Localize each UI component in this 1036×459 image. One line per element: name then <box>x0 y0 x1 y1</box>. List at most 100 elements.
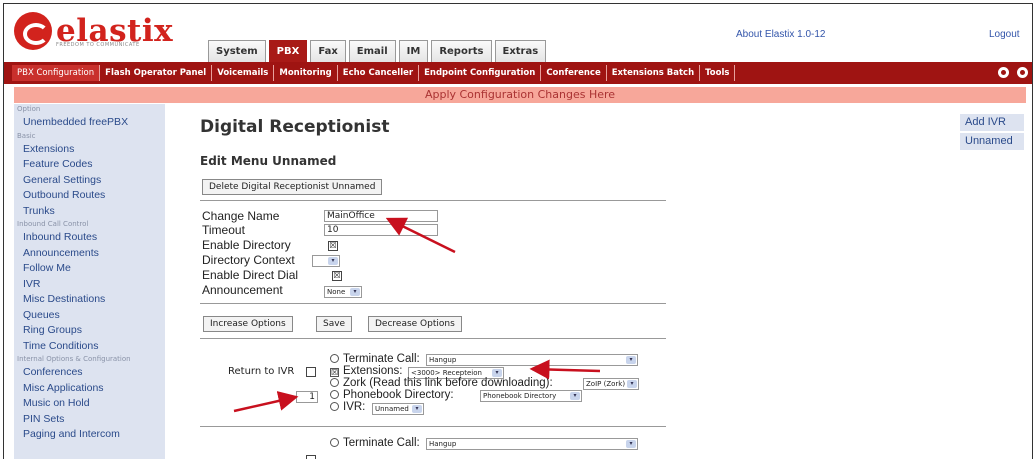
page-title: Digital Receptionist <box>200 117 390 137</box>
sidebar-item-general-settings[interactable]: General Settings <box>14 173 165 189</box>
main-content: Digital Receptionist Edit Menu Unnamed D… <box>200 104 670 459</box>
decrease-options-button[interactable]: Decrease Options <box>368 316 462 332</box>
terminate-call-option[interactable]: Terminate Call: <box>330 353 420 365</box>
tab-system[interactable]: System <box>208 40 266 62</box>
logo-tagline: FREEDOM TO COMMUNICATE <box>56 42 140 48</box>
info-icon[interactable] <box>1017 67 1028 78</box>
directory-context-select[interactable]: ▾ <box>312 255 340 267</box>
ivr-select[interactable]: Unnamed ▾ <box>372 403 424 415</box>
option-digit-input[interactable]: 1 <box>296 391 318 403</box>
pbx-subnav: PBX Configuration Flash Operator Panel V… <box>4 62 1032 84</box>
return-to-ivr-label: Return to IVR <box>228 366 295 377</box>
subnav-flash-operator-panel[interactable]: Flash Operator Panel <box>100 65 213 81</box>
page-subtitle: Edit Menu Unnamed <box>200 154 337 168</box>
zork-label: Zork (Read this link before downloading)… <box>343 377 553 389</box>
main-tabs: System PBX Fax Email IM Reports Extras <box>208 40 547 62</box>
change-name-label: Change Name <box>202 209 280 223</box>
tab-fax[interactable]: Fax <box>310 40 346 62</box>
zork-option[interactable]: Zork (Read this link before downloading)… <box>330 377 553 389</box>
sidebar-item-ivr[interactable]: IVR <box>14 277 165 293</box>
save-button[interactable]: Save <box>316 316 353 332</box>
logout-link[interactable]: Logout <box>989 29 1020 40</box>
sidebar-item-misc-applications[interactable]: Misc Applications <box>14 381 165 397</box>
zork-select[interactable]: ZoIP (Zork) ▾ <box>583 378 639 390</box>
apply-config-bar[interactable]: Apply Configuration Changes Here <box>14 87 1026 103</box>
radio-icon <box>330 402 339 411</box>
chevron-down-icon: ▾ <box>492 369 502 377</box>
change-name-input[interactable]: MainOffice <box>324 210 438 222</box>
sidebar-item-conferences[interactable]: Conferences <box>14 365 165 381</box>
chevron-down-icon: ▾ <box>328 257 338 265</box>
tab-pbx[interactable]: PBX <box>268 40 308 62</box>
phonebook-option[interactable]: Phonebook Directory: <box>330 389 454 401</box>
subnav-pbx-configuration[interactable]: PBX Configuration <box>12 65 101 81</box>
sidebar-item-time-conditions[interactable]: Time Conditions <box>14 339 165 355</box>
about-link[interactable]: About Elastix 1.0-12 <box>736 29 826 40</box>
subnav-voicemails[interactable]: Voicemails <box>212 65 275 81</box>
delete-receptionist-button[interactable]: Delete Digital Receptionist Unnamed <box>202 179 383 195</box>
sidebar-item-paging-intercom[interactable]: Paging and Intercom <box>14 427 165 443</box>
divider <box>200 303 666 304</box>
sidebar-item-trunks[interactable]: Trunks <box>14 204 165 220</box>
sidebar-item-queues[interactable]: Queues <box>14 308 165 324</box>
announcement-label: Announcement <box>202 283 283 297</box>
ivr-option[interactable]: IVR: <box>330 401 365 413</box>
tab-im[interactable]: IM <box>398 40 429 62</box>
sidebar-item-unembedded-freepbx[interactable]: Unembedded freePBX <box>14 115 165 131</box>
nav-icons <box>998 67 1028 78</box>
timeout-input[interactable]: 10 <box>324 224 438 236</box>
help-icon[interactable] <box>998 67 1009 78</box>
sidebar-item-announcements[interactable]: Announcements <box>14 246 165 262</box>
chevron-down-icon: ▾ <box>626 440 636 448</box>
terminate-call-select[interactable]: Hangup ▾ <box>426 354 638 366</box>
terminate-call-option-2[interactable]: Terminate Call: <box>330 437 420 449</box>
sidebar-heading-inbound: Inbound Call Control <box>17 220 89 228</box>
announcement-value: None <box>327 288 346 296</box>
sidebar-item-ring-groups[interactable]: Ring Groups <box>14 323 165 339</box>
return-to-ivr-checkbox-2[interactable] <box>306 455 316 459</box>
tab-reports[interactable]: Reports <box>431 40 492 62</box>
enable-direct-dial-checkbox[interactable]: ☒ <box>332 271 342 281</box>
extensions-option[interactable]: ☒ Extensions: <box>330 365 402 377</box>
subnav-conference[interactable]: Conference <box>541 65 607 81</box>
chevron-down-icon: ▾ <box>626 356 636 364</box>
increase-options-button[interactable]: Increase Options <box>203 316 293 332</box>
chevron-down-icon: ▾ <box>570 392 580 400</box>
chevron-down-icon: ▾ <box>350 288 360 296</box>
add-ivr-link[interactable]: Add IVR <box>960 114 1024 131</box>
chevron-down-icon: ▾ <box>412 405 422 413</box>
sidebar-item-extensions[interactable]: Extensions <box>14 142 165 158</box>
divider <box>200 200 666 201</box>
tab-email[interactable]: Email <box>348 40 396 62</box>
sidebar-item-feature-codes[interactable]: Feature Codes <box>14 157 165 173</box>
radio-icon <box>330 390 339 399</box>
radio-selected-icon: ☒ <box>330 368 339 377</box>
sidebar-item-inbound-routes[interactable]: Inbound Routes <box>14 230 165 246</box>
ivr-unnamed-link[interactable]: Unnamed <box>960 133 1024 150</box>
radio-icon <box>330 378 339 387</box>
phonebook-label: Phonebook Directory: <box>343 389 454 401</box>
subnav-tools[interactable]: Tools <box>700 65 736 81</box>
tab-extras[interactable]: Extras <box>494 40 547 62</box>
ivr-value: Unnamed <box>375 405 409 413</box>
subnav-monitoring[interactable]: Monitoring <box>274 65 338 81</box>
sidebar-item-music-on-hold[interactable]: Music on Hold <box>14 396 165 412</box>
announcement-select[interactable]: None ▾ <box>324 286 362 298</box>
return-to-ivr-checkbox[interactable] <box>306 367 316 377</box>
subnav-echo-canceller[interactable]: Echo Canceller <box>338 65 420 81</box>
terminate-call-select-2[interactable]: Hangup ▾ <box>426 438 638 450</box>
radio-icon <box>330 354 339 363</box>
sidebar-item-misc-destinations[interactable]: Misc Destinations <box>14 292 165 308</box>
sidebar-item-follow-me[interactable]: Follow Me <box>14 261 165 277</box>
sidebar-heading-basic: Basic <box>17 131 36 140</box>
terminate-call-label: Terminate Call: <box>343 353 420 365</box>
enable-directory-label: Enable Directory <box>202 238 291 252</box>
phonebook-value: Phonebook Directory <box>483 392 557 400</box>
sidebar-item-outbound-routes[interactable]: Outbound Routes <box>14 188 165 204</box>
phonebook-select[interactable]: Phonebook Directory ▾ <box>480 390 582 402</box>
extensions-label: Extensions: <box>343 365 403 377</box>
sidebar-item-pin-sets[interactable]: PIN Sets <box>14 412 165 428</box>
enable-directory-checkbox[interactable]: ☒ <box>328 241 338 251</box>
subnav-extensions-batch[interactable]: Extensions Batch <box>607 65 701 81</box>
subnav-endpoint-configuration[interactable]: Endpoint Configuration <box>419 65 542 81</box>
